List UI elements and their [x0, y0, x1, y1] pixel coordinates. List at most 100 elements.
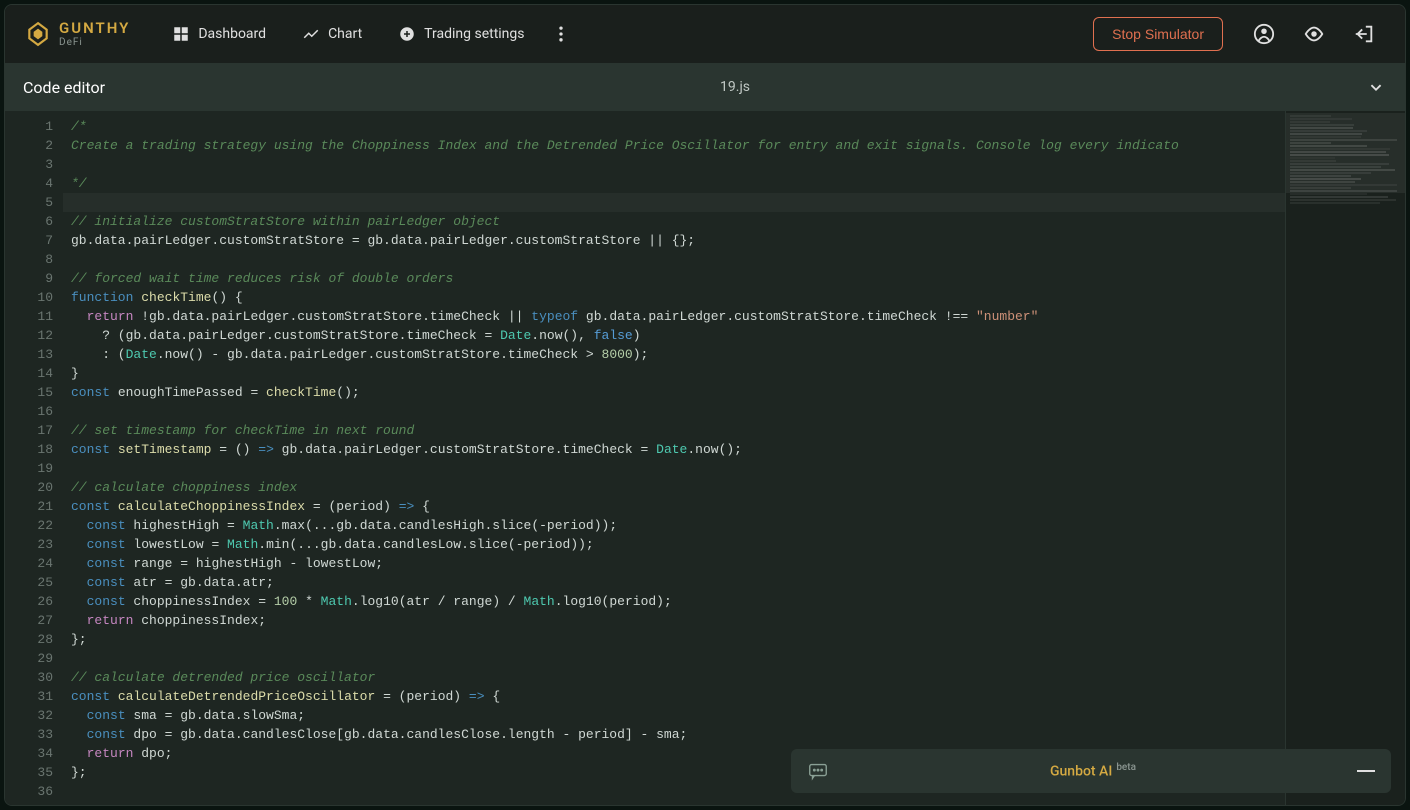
code-line[interactable]: const highestHigh = Math.max(...gb.data.… — [63, 516, 1285, 535]
code-line[interactable]: return choppinessIndex; — [63, 611, 1285, 630]
line-number: 21 — [5, 497, 53, 516]
line-number: 27 — [5, 611, 53, 630]
nav-chart-label: Chart — [328, 26, 362, 42]
code-line[interactable]: // calculate detrended price oscillator — [63, 668, 1285, 687]
code-editor[interactable]: 1234567891011121314151617181920212223242… — [5, 111, 1405, 805]
line-number: 26 — [5, 592, 53, 611]
line-number: 8 — [5, 250, 53, 269]
stop-simulator-button[interactable]: Stop Simulator — [1093, 17, 1223, 51]
line-number: 14 — [5, 364, 53, 383]
code-line[interactable]: // calculate choppiness index — [63, 478, 1285, 497]
code-line[interactable] — [63, 402, 1285, 421]
editor-title: Code editor — [23, 78, 105, 97]
code-line[interactable]: gb.data.pairLedger.customStratStore = gb… — [63, 231, 1285, 250]
line-number: 18 — [5, 440, 53, 459]
line-number: 4 — [5, 174, 53, 193]
code-line[interactable] — [63, 459, 1285, 478]
chevron-down-icon[interactable] — [1365, 76, 1387, 98]
line-number: 17 — [5, 421, 53, 440]
nav-settings-label: Trading settings — [424, 26, 524, 42]
app-frame: GUNTHY DeFi Dashboard Chart Trading sett… — [4, 4, 1406, 806]
nav-chart[interactable]: Chart — [288, 17, 376, 51]
beta-badge: beta — [1116, 762, 1136, 773]
line-number: 23 — [5, 535, 53, 554]
code-line[interactable]: : (Date.now() - gb.data.pairLedger.custo… — [63, 345, 1285, 364]
code-line[interactable]: Create a trading strategy using the Chop… — [63, 136, 1285, 155]
code-line[interactable]: const setTimestamp = () => gb.data.pairL… — [63, 440, 1285, 459]
line-number: 29 — [5, 649, 53, 668]
chat-label: Gunbot AIbeta — [843, 762, 1343, 780]
code-area[interactable]: /*Create a trading strategy using the Ch… — [63, 111, 1285, 805]
nav-dashboard-label: Dashboard — [198, 26, 266, 42]
chart-icon — [302, 25, 320, 43]
logo-icon — [25, 21, 51, 47]
code-line[interactable]: function checkTime() { — [63, 288, 1285, 307]
code-line[interactable]: const enoughTimePassed = checkTime(); — [63, 383, 1285, 402]
minimap-content — [1290, 115, 1401, 205]
code-line[interactable] — [63, 250, 1285, 269]
code-line[interactable]: } — [63, 364, 1285, 383]
line-number: 35 — [5, 763, 53, 782]
code-line[interactable]: const calculateDetrendedPriceOscillator … — [63, 687, 1285, 706]
editor-filename[interactable]: 19.js — [125, 79, 1345, 95]
code-line[interactable]: /* — [63, 117, 1285, 136]
nav-dashboard[interactable]: Dashboard — [158, 17, 280, 51]
code-line[interactable]: // forced wait time reduces risk of doub… — [63, 269, 1285, 288]
account-icon[interactable] — [1253, 23, 1275, 45]
logo-text-main: GUNTHY — [59, 21, 130, 36]
line-number: 19 — [5, 459, 53, 478]
line-number: 24 — [5, 554, 53, 573]
line-number: 10 — [5, 288, 53, 307]
logo[interactable]: GUNTHY DeFi — [25, 21, 130, 48]
editor-tabbar: Code editor 19.js — [5, 63, 1405, 111]
dashboard-icon — [172, 25, 190, 43]
line-number: 15 — [5, 383, 53, 402]
line-number: 7 — [5, 231, 53, 250]
line-number: 9 — [5, 269, 53, 288]
logout-icon[interactable] — [1353, 23, 1375, 45]
code-line[interactable]: return !gb.data.pairLedger.customStratSt… — [63, 307, 1285, 326]
code-line[interactable]: const sma = gb.data.slowSma; — [63, 706, 1285, 725]
gunbot-ai-chatbar[interactable]: Gunbot AIbeta — [791, 749, 1391, 793]
line-number: 3 — [5, 155, 53, 174]
line-number: 12 — [5, 326, 53, 345]
minimap[interactable] — [1285, 111, 1405, 805]
nav-trading-settings[interactable]: Trading settings — [384, 17, 538, 51]
minimize-icon[interactable] — [1357, 770, 1375, 772]
line-number: 28 — [5, 630, 53, 649]
code-line[interactable] — [63, 193, 1285, 212]
code-line[interactable]: }; — [63, 630, 1285, 649]
line-number: 6 — [5, 212, 53, 231]
line-gutter: 1234567891011121314151617181920212223242… — [5, 111, 63, 805]
line-number: 5 — [5, 193, 53, 212]
code-line[interactable]: const lowestLow = Math.min(...gb.data.ca… — [63, 535, 1285, 554]
line-number: 36 — [5, 782, 53, 801]
chat-icon — [807, 760, 829, 782]
code-line[interactable]: const dpo = gb.data.candlesClose[gb.data… — [63, 725, 1285, 744]
line-number: 33 — [5, 725, 53, 744]
line-number: 1 — [5, 117, 53, 136]
code-line[interactable] — [63, 155, 1285, 174]
line-number: 22 — [5, 516, 53, 535]
line-number: 11 — [5, 307, 53, 326]
code-line[interactable]: const calculateChoppinessIndex = (period… — [63, 497, 1285, 516]
line-number: 16 — [5, 402, 53, 421]
line-number: 25 — [5, 573, 53, 592]
line-number: 32 — [5, 706, 53, 725]
code-line[interactable] — [63, 649, 1285, 668]
code-line[interactable]: // set timestamp for checkTime in next r… — [63, 421, 1285, 440]
line-number: 30 — [5, 668, 53, 687]
code-line[interactable]: const atr = gb.data.atr; — [63, 573, 1285, 592]
code-line[interactable]: const range = highestHigh - lowestLow; — [63, 554, 1285, 573]
code-line[interactable]: ? (gb.data.pairLedger.customStratStore.t… — [63, 326, 1285, 345]
line-number: 2 — [5, 136, 53, 155]
code-line[interactable]: // initialize customStratStore within pa… — [63, 212, 1285, 231]
topbar: GUNTHY DeFi Dashboard Chart Trading sett… — [5, 5, 1405, 63]
code-line[interactable]: const choppinessIndex = 100 * Math.log10… — [63, 592, 1285, 611]
line-number: 31 — [5, 687, 53, 706]
visibility-icon[interactable] — [1303, 23, 1325, 45]
more-vert-icon[interactable] — [551, 24, 571, 44]
code-line[interactable]: */ — [63, 174, 1285, 193]
tune-icon — [398, 25, 416, 43]
logo-text-sub: DeFi — [59, 38, 130, 48]
